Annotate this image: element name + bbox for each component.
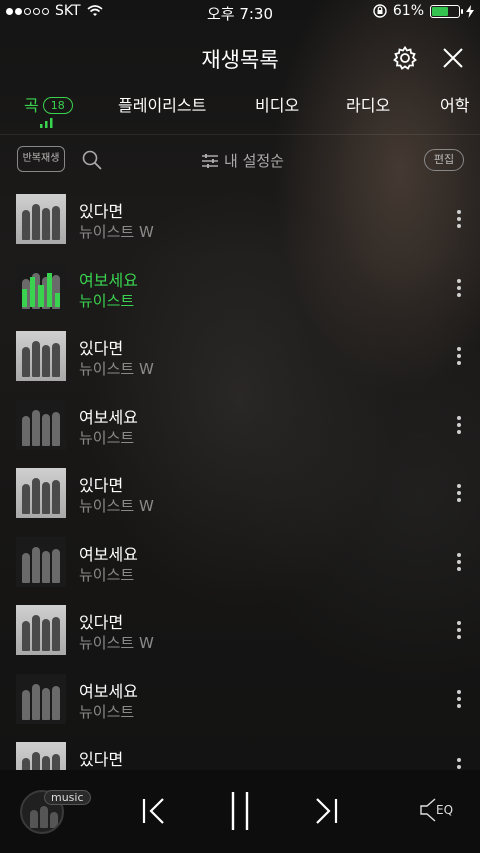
now-playing-indicator-icon [40,118,53,128]
eq-button[interactable]: EQ [420,798,453,822]
album-art [16,742,66,770]
tab-language[interactable]: 어학 [440,92,469,116]
tab-songs[interactable]: 곡 18 [24,92,73,116]
song-list: 있다면 뉴이스트 W 여보세요 뉴이스트 있다면 뉴이스트 W 여보세요 뉴이스트 있다면 뉴이스… [0,186,480,770]
category-tabs: 곡 18 플레이리스트 비디오 라디오 어학 [0,90,480,130]
more-options-icon[interactable] [452,484,466,506]
song-title: 있다면 [79,202,124,221]
edit-label: 편집 [433,153,455,166]
sort-button[interactable]: 내 설정순 [202,150,284,171]
tab-songs-label: 곡 [24,96,39,115]
album-art [16,262,66,313]
song-artist: 뉴이스트 W [79,223,154,241]
song-count-badge: 18 [42,97,73,114]
more-options-icon[interactable] [452,347,466,369]
more-options-icon[interactable] [452,621,466,643]
song-row[interactable]: 있다면뉴이스트 W [0,460,480,528]
song-title: 여보세요 [79,407,138,427]
song-artist: 뉴이스트 W [79,360,154,378]
song-artist: 뉴이스트 [79,702,135,721]
tab-radio[interactable]: 라디오 [346,92,390,116]
song-title: 여보세요 [79,544,138,564]
more-options-icon[interactable] [452,210,466,232]
song-row[interactable]: 여보세요 뉴이스트 [0,392,480,460]
song-title: 있다면 [79,476,124,495]
song-row[interactable]: 여보세요 뉴이스트 [0,255,480,323]
eq-label: EQ [436,803,454,817]
skip-next-icon [316,798,338,824]
tab-divider [0,134,480,135]
tab-playlists[interactable]: 플레이리스트 [118,92,206,116]
song-artist: 뉴이스트 [79,428,135,447]
tab-videos[interactable]: 비디오 [255,92,299,116]
sort-label: 내 설정순 [224,152,284,170]
gear-icon [393,45,417,70]
search-icon [82,150,102,170]
battery-percent: 61% [392,3,424,19]
pause-icon [231,792,249,830]
song-row[interactable]: 있다면뉴이스트 W [0,597,480,665]
close-icon [443,48,463,68]
album-art [16,399,66,450]
song-title: 있다면 [79,613,124,632]
player-bar: music EQ [0,770,480,853]
more-options-icon[interactable] [452,552,466,575]
song-artist: 뉴이스트 [79,291,135,310]
search-button[interactable] [82,150,102,170]
charging-bolt-icon [466,4,474,18]
close-button[interactable] [441,46,465,70]
next-button[interactable] [314,798,338,828]
battery-icon [430,4,463,18]
song-artist: 뉴이스트 [79,565,135,584]
album-art [16,468,66,518]
song-title: 여보세요 [79,681,138,701]
pause-button[interactable] [230,792,250,834]
song-title: 있다면 [79,750,124,769]
sliders-icon [202,153,218,168]
more-options-icon[interactable] [452,415,466,438]
edit-button[interactable]: 편집 [424,149,464,171]
album-art [16,536,66,587]
speaker-icon [420,798,436,822]
album-art [16,673,66,724]
song-artist: 뉴이스트 W [79,497,154,515]
album-art [16,331,66,381]
album-art [16,605,66,655]
song-row[interactable]: 있다면뉴이스트 W [0,734,480,770]
song-row[interactable]: 있다면뉴이스트 W [0,323,480,391]
previous-button[interactable] [142,798,166,828]
settings-button[interactable] [392,45,418,71]
song-title: 있다면 [79,339,124,358]
more-options-icon[interactable] [452,689,466,712]
song-row[interactable]: 여보세요 뉴이스트 [0,529,480,597]
more-options-icon[interactable] [452,278,466,301]
more-options-icon[interactable] [452,758,466,770]
repeat-button[interactable]: 반복재생 [17,146,65,172]
playing-equalizer-icon [16,263,66,313]
song-artist: 뉴이스트 W [79,634,154,652]
music-tag: music [44,790,91,805]
song-row[interactable]: 있다면뉴이스트 W [0,186,480,254]
repeat-label: 반복재생 [22,153,60,164]
status-bar: SKT 오후 7:30 61% [0,0,480,24]
rotation-lock-icon [373,4,387,18]
song-row[interactable]: 여보세요 뉴이스트 [0,666,480,734]
skip-previous-icon [142,798,164,824]
song-title: 여보세요 [79,270,138,290]
album-art [16,194,66,244]
